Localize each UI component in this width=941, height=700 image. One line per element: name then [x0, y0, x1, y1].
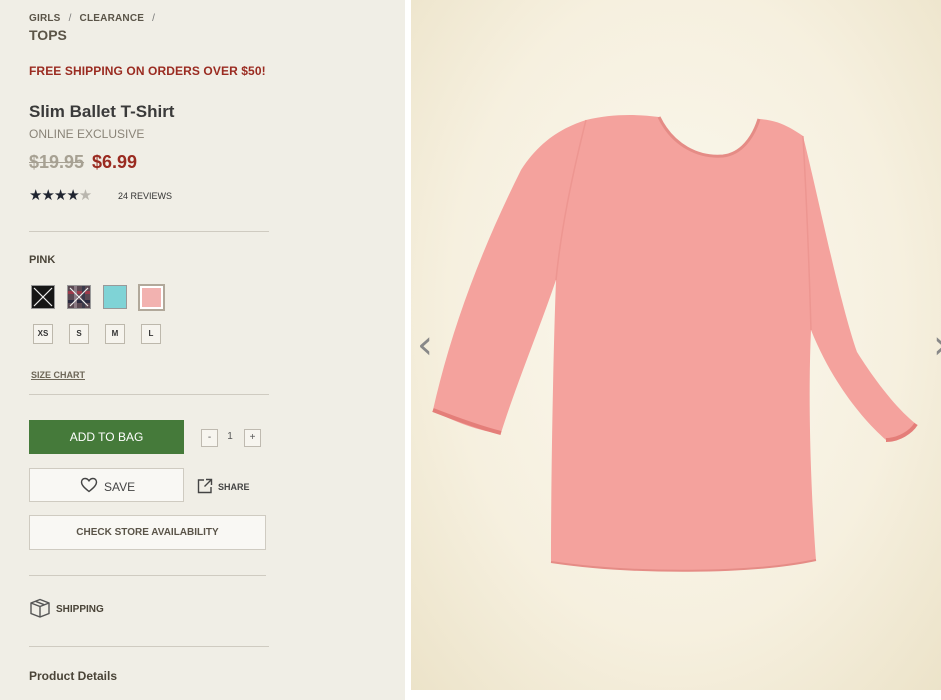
divider	[29, 231, 269, 232]
product-details-heading[interactable]: Product Details	[29, 669, 117, 683]
online-exclusive-label: ONLINE EXCLUSIVE	[29, 127, 145, 141]
breadcrumb-separator: /	[152, 13, 156, 24]
check-store-availability-button[interactable]: CHECK STORE AVAILABILITY	[29, 515, 266, 550]
size-chart-link[interactable]: SIZE CHART	[31, 370, 85, 380]
add-to-bag-button[interactable]: ADD TO BAG	[29, 420, 184, 454]
original-price: $19.95	[29, 152, 85, 172]
swatch-turquoise[interactable]	[103, 285, 127, 309]
size-xs[interactable]: XS	[33, 324, 53, 344]
size-m[interactable]: M	[105, 324, 125, 344]
quantity-value[interactable]: 1	[222, 429, 238, 447]
rating-stars[interactable]: ★★★★★	[29, 186, 92, 204]
half-star-icon: ★	[78, 187, 92, 204]
gallery-next-arrow-icon[interactable]: ›	[933, 322, 941, 368]
size-s[interactable]: S	[69, 324, 89, 344]
product-image-gallery: ‹ ›	[405, 0, 941, 700]
reviews-link[interactable]: 24 REVIEWS	[118, 191, 172, 201]
quantity-increase-button[interactable]: +	[244, 429, 261, 447]
category-title: TOPS	[29, 27, 67, 43]
share-icon	[197, 478, 213, 496]
product-photo	[411, 0, 941, 690]
size-l[interactable]: L	[141, 324, 161, 344]
promo-banner[interactable]: FREE SHIPPING ON ORDERS OVER $50!	[29, 64, 266, 78]
quantity-decrease-button[interactable]: -	[201, 429, 218, 447]
pink-swatch-fill	[142, 288, 161, 307]
swatch-plaid[interactable]	[67, 285, 91, 309]
breadcrumb-girls[interactable]: GIRLS	[29, 13, 61, 24]
share-label: SHARE	[218, 482, 250, 492]
breadcrumb-separator: /	[68, 13, 72, 24]
box-icon	[29, 598, 51, 621]
divider	[29, 646, 269, 647]
product-info-panel: GIRLS / CLEARANCE / TOPS FREE SHIPPING ON O…	[0, 0, 405, 700]
swatch-black[interactable]	[31, 285, 55, 309]
breadcrumb: GIRLS / CLEARANCE /	[29, 13, 163, 24]
shipping-label: SHIPPING	[56, 604, 104, 615]
filled-stars: ★★★★	[29, 187, 80, 204]
save-button[interactable]: SAVE	[29, 468, 184, 502]
selected-color-label: PINK	[29, 254, 56, 266]
save-label: SAVE	[104, 480, 136, 494]
swatch-pink-selected[interactable]	[138, 284, 165, 311]
heart-icon	[80, 477, 98, 496]
pink-tshirt-image	[432, 115, 918, 572]
divider	[29, 394, 269, 395]
sale-price: $6.99	[92, 152, 138, 172]
breadcrumb-clearance[interactable]: CLEARANCE	[80, 13, 145, 24]
product-title: Slim Ballet T-Shirt	[29, 102, 175, 121]
gallery-prev-arrow-icon[interactable]: ‹	[417, 322, 433, 368]
divider	[29, 575, 266, 576]
